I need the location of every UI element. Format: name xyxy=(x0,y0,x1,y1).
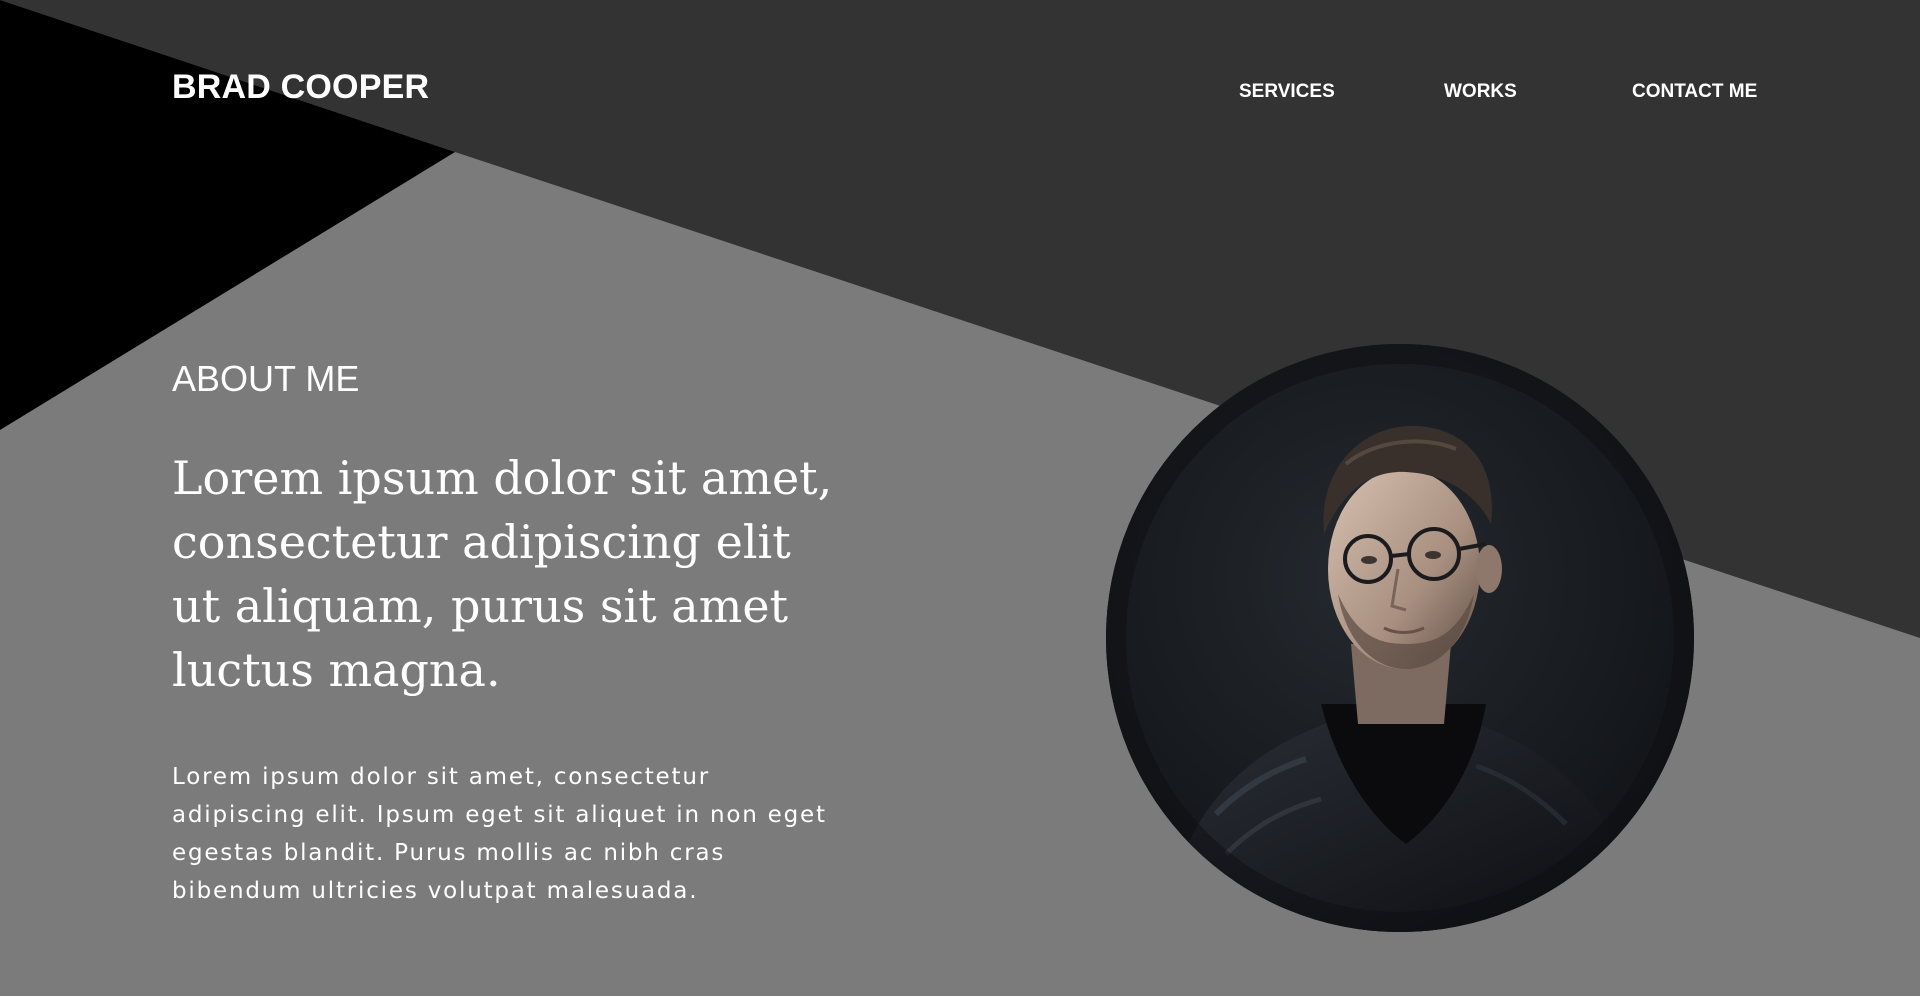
about-lead-text: Lorem ipsum dolor sit amet, consectetur … xyxy=(172,451,833,697)
about-heading: ABOUT ME xyxy=(172,358,360,399)
nav-item-services[interactable]: SERVICES xyxy=(1239,78,1335,106)
main-nav: SERVICES WORKS CONTACT ME xyxy=(0,78,1920,106)
about-body-text: Lorem ipsum dolor sit amet, consectetur … xyxy=(172,764,827,904)
nav-item-contact-me[interactable]: CONTACT ME xyxy=(1632,78,1757,106)
page: BRAD COOPER SERVICES WORKS CONTACT ME AB… xyxy=(0,0,1920,996)
portrait-illustration xyxy=(1106,344,1694,932)
portrait-photo xyxy=(1106,344,1694,932)
nav-item-works[interactable]: WORKS xyxy=(1444,78,1517,106)
